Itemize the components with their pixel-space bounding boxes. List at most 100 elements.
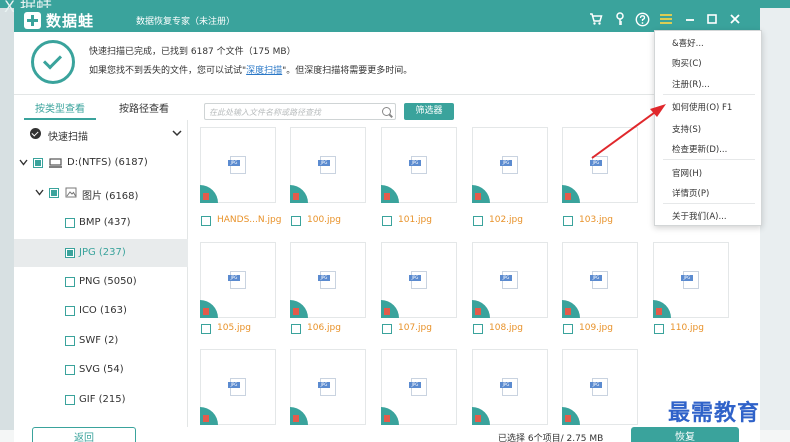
expand-arrow-icon[interactable] (35, 189, 44, 196)
drive-label: D:(NTFS) (6187) (67, 157, 148, 168)
menu-item-details[interactable]: 详情页(P) (672, 187, 709, 199)
file-thumbnail[interactable] (290, 349, 366, 425)
file-checkbox[interactable] (201, 216, 211, 226)
file-thumbnail[interactable] (472, 127, 548, 203)
file-checkbox[interactable] (291, 216, 301, 226)
drive-checkbox[interactable] (33, 158, 43, 168)
watermark-text: 最需教育 (668, 400, 761, 426)
menu-item-check-update[interactable]: 检查更新(D)... (672, 143, 727, 155)
type-label: GIF (215) (79, 394, 126, 405)
trash-icon (656, 308, 662, 315)
file-checkbox[interactable] (473, 216, 483, 226)
tree-quick-scan[interactable]: 快速扫描 (14, 120, 188, 148)
tab-by-type[interactable]: 按类型查看 (35, 100, 85, 115)
tab-by-path[interactable]: 按路径查看 (119, 100, 169, 115)
trash-icon (565, 415, 571, 422)
image-file-icon (318, 156, 336, 174)
image-file-icon (590, 156, 608, 174)
search-icon[interactable] (382, 107, 391, 116)
tree-type-swf[interactable]: SWF (2) (14, 327, 188, 355)
maximize-icon[interactable] (704, 12, 720, 28)
menu-item-purchase[interactable]: 购买(C) (672, 57, 702, 69)
menu-divider (663, 203, 755, 204)
help-icon[interactable] (634, 12, 650, 28)
trash-icon (384, 415, 390, 422)
menu-icon[interactable] (658, 12, 674, 28)
file-thumbnail[interactable] (562, 349, 638, 425)
tree-type-png[interactable]: PNG (5050) (14, 268, 188, 296)
file-thumbnail[interactable] (200, 349, 276, 425)
check-circle-icon (30, 128, 41, 139)
file-thumbnail[interactable] (290, 127, 366, 203)
type-checkbox[interactable] (65, 395, 75, 405)
file-checkbox[interactable] (382, 324, 392, 334)
file-thumbnail[interactable] (290, 242, 366, 318)
file-checkbox[interactable] (201, 324, 211, 334)
app-subtitle: 数据恢复专家（未注册） (136, 17, 236, 27)
expand-arrow-icon[interactable] (19, 159, 28, 166)
menu-item-about[interactable]: 关于我们(A)... (672, 210, 727, 222)
deleted-badge (562, 407, 580, 425)
menu-item-register[interactable]: 注册(R)... (672, 78, 710, 90)
chevron-down-icon[interactable] (172, 129, 182, 137)
deleted-badge (200, 407, 218, 425)
type-label: SVG (54) (79, 364, 124, 375)
recover-button[interactable]: 恢复 (631, 427, 739, 442)
pictures-checkbox[interactable] (49, 188, 59, 198)
type-checkbox[interactable] (65, 277, 75, 287)
menu-item-website[interactable]: 官网(H) (672, 167, 702, 179)
back-button[interactable]: 返回 (32, 427, 136, 442)
deleted-badge (562, 185, 580, 203)
file-name: 109.jpg (579, 323, 613, 333)
app-logo-icon (24, 12, 41, 29)
close-icon[interactable] (727, 12, 743, 28)
file-thumbnail[interactable] (381, 349, 457, 425)
deep-scan-link[interactable]: 深度扫描 (246, 66, 282, 76)
file-checkbox[interactable] (654, 324, 664, 334)
file-thumbnail[interactable] (653, 242, 729, 318)
key-icon[interactable] (612, 12, 628, 28)
image-file-icon (409, 156, 427, 174)
tree-type-bmp[interactable]: BMP (437) (14, 209, 188, 237)
file-name: 107.jpg (398, 323, 432, 333)
menu-item-how-to-use[interactable]: 如何使用(O) F1 (672, 101, 732, 113)
deleted-badge (290, 300, 308, 318)
search-input[interactable]: 在此处输入文件名称或路径查找 (204, 103, 396, 120)
deleted-badge (290, 185, 308, 203)
scan-summary: 快速扫描已完成，已找到 6187 个文件（175 MB） 如果您找不到丢失的文件… (14, 32, 760, 94)
file-thumbnail[interactable] (472, 349, 548, 425)
deleted-badge (290, 407, 308, 425)
file-checkbox[interactable] (563, 324, 573, 334)
tree-type-ico[interactable]: ICO (163) (14, 297, 188, 325)
cart-icon[interactable] (588, 12, 604, 28)
tree-type-jpg[interactable]: JPG (237) (14, 239, 188, 267)
type-checkbox[interactable] (65, 336, 75, 346)
tree-type-gif[interactable]: GIF (215) (14, 386, 188, 414)
file-thumbnail[interactable] (381, 242, 457, 318)
file-checkbox[interactable] (382, 216, 392, 226)
type-checkbox[interactable] (65, 365, 75, 375)
file-name: 105.jpg (217, 323, 251, 333)
file-thumbnail[interactable] (381, 127, 457, 203)
file-thumbnail[interactable] (200, 127, 276, 203)
tree-drive[interactable]: D:(NTFS) (6187) (14, 149, 188, 177)
tree-pictures[interactable]: 图片 (6168) (14, 179, 188, 207)
filter-button[interactable]: 筛选器 (404, 103, 454, 120)
type-checkbox[interactable] (65, 306, 75, 316)
menu-item-support[interactable]: 支持(S) (672, 123, 701, 135)
file-thumbnail[interactable] (472, 242, 548, 318)
tree-type-svg[interactable]: SVG (54) (14, 356, 188, 384)
file-checkbox[interactable] (563, 216, 573, 226)
minimize-icon[interactable] (682, 12, 698, 28)
type-label: SWF (2) (79, 335, 119, 346)
file-checkbox[interactable] (473, 324, 483, 334)
file-checkbox[interactable] (291, 324, 301, 334)
type-checkbox[interactable] (65, 218, 75, 228)
file-thumbnail[interactable] (200, 242, 276, 318)
type-label: ICO (163) (79, 305, 127, 316)
menu-item-preferences[interactable]: &喜好... (672, 37, 704, 49)
type-checkbox[interactable] (65, 248, 75, 258)
file-thumbnail[interactable] (562, 242, 638, 318)
file-thumbnail[interactable] (562, 127, 638, 203)
image-file-icon (590, 378, 608, 396)
